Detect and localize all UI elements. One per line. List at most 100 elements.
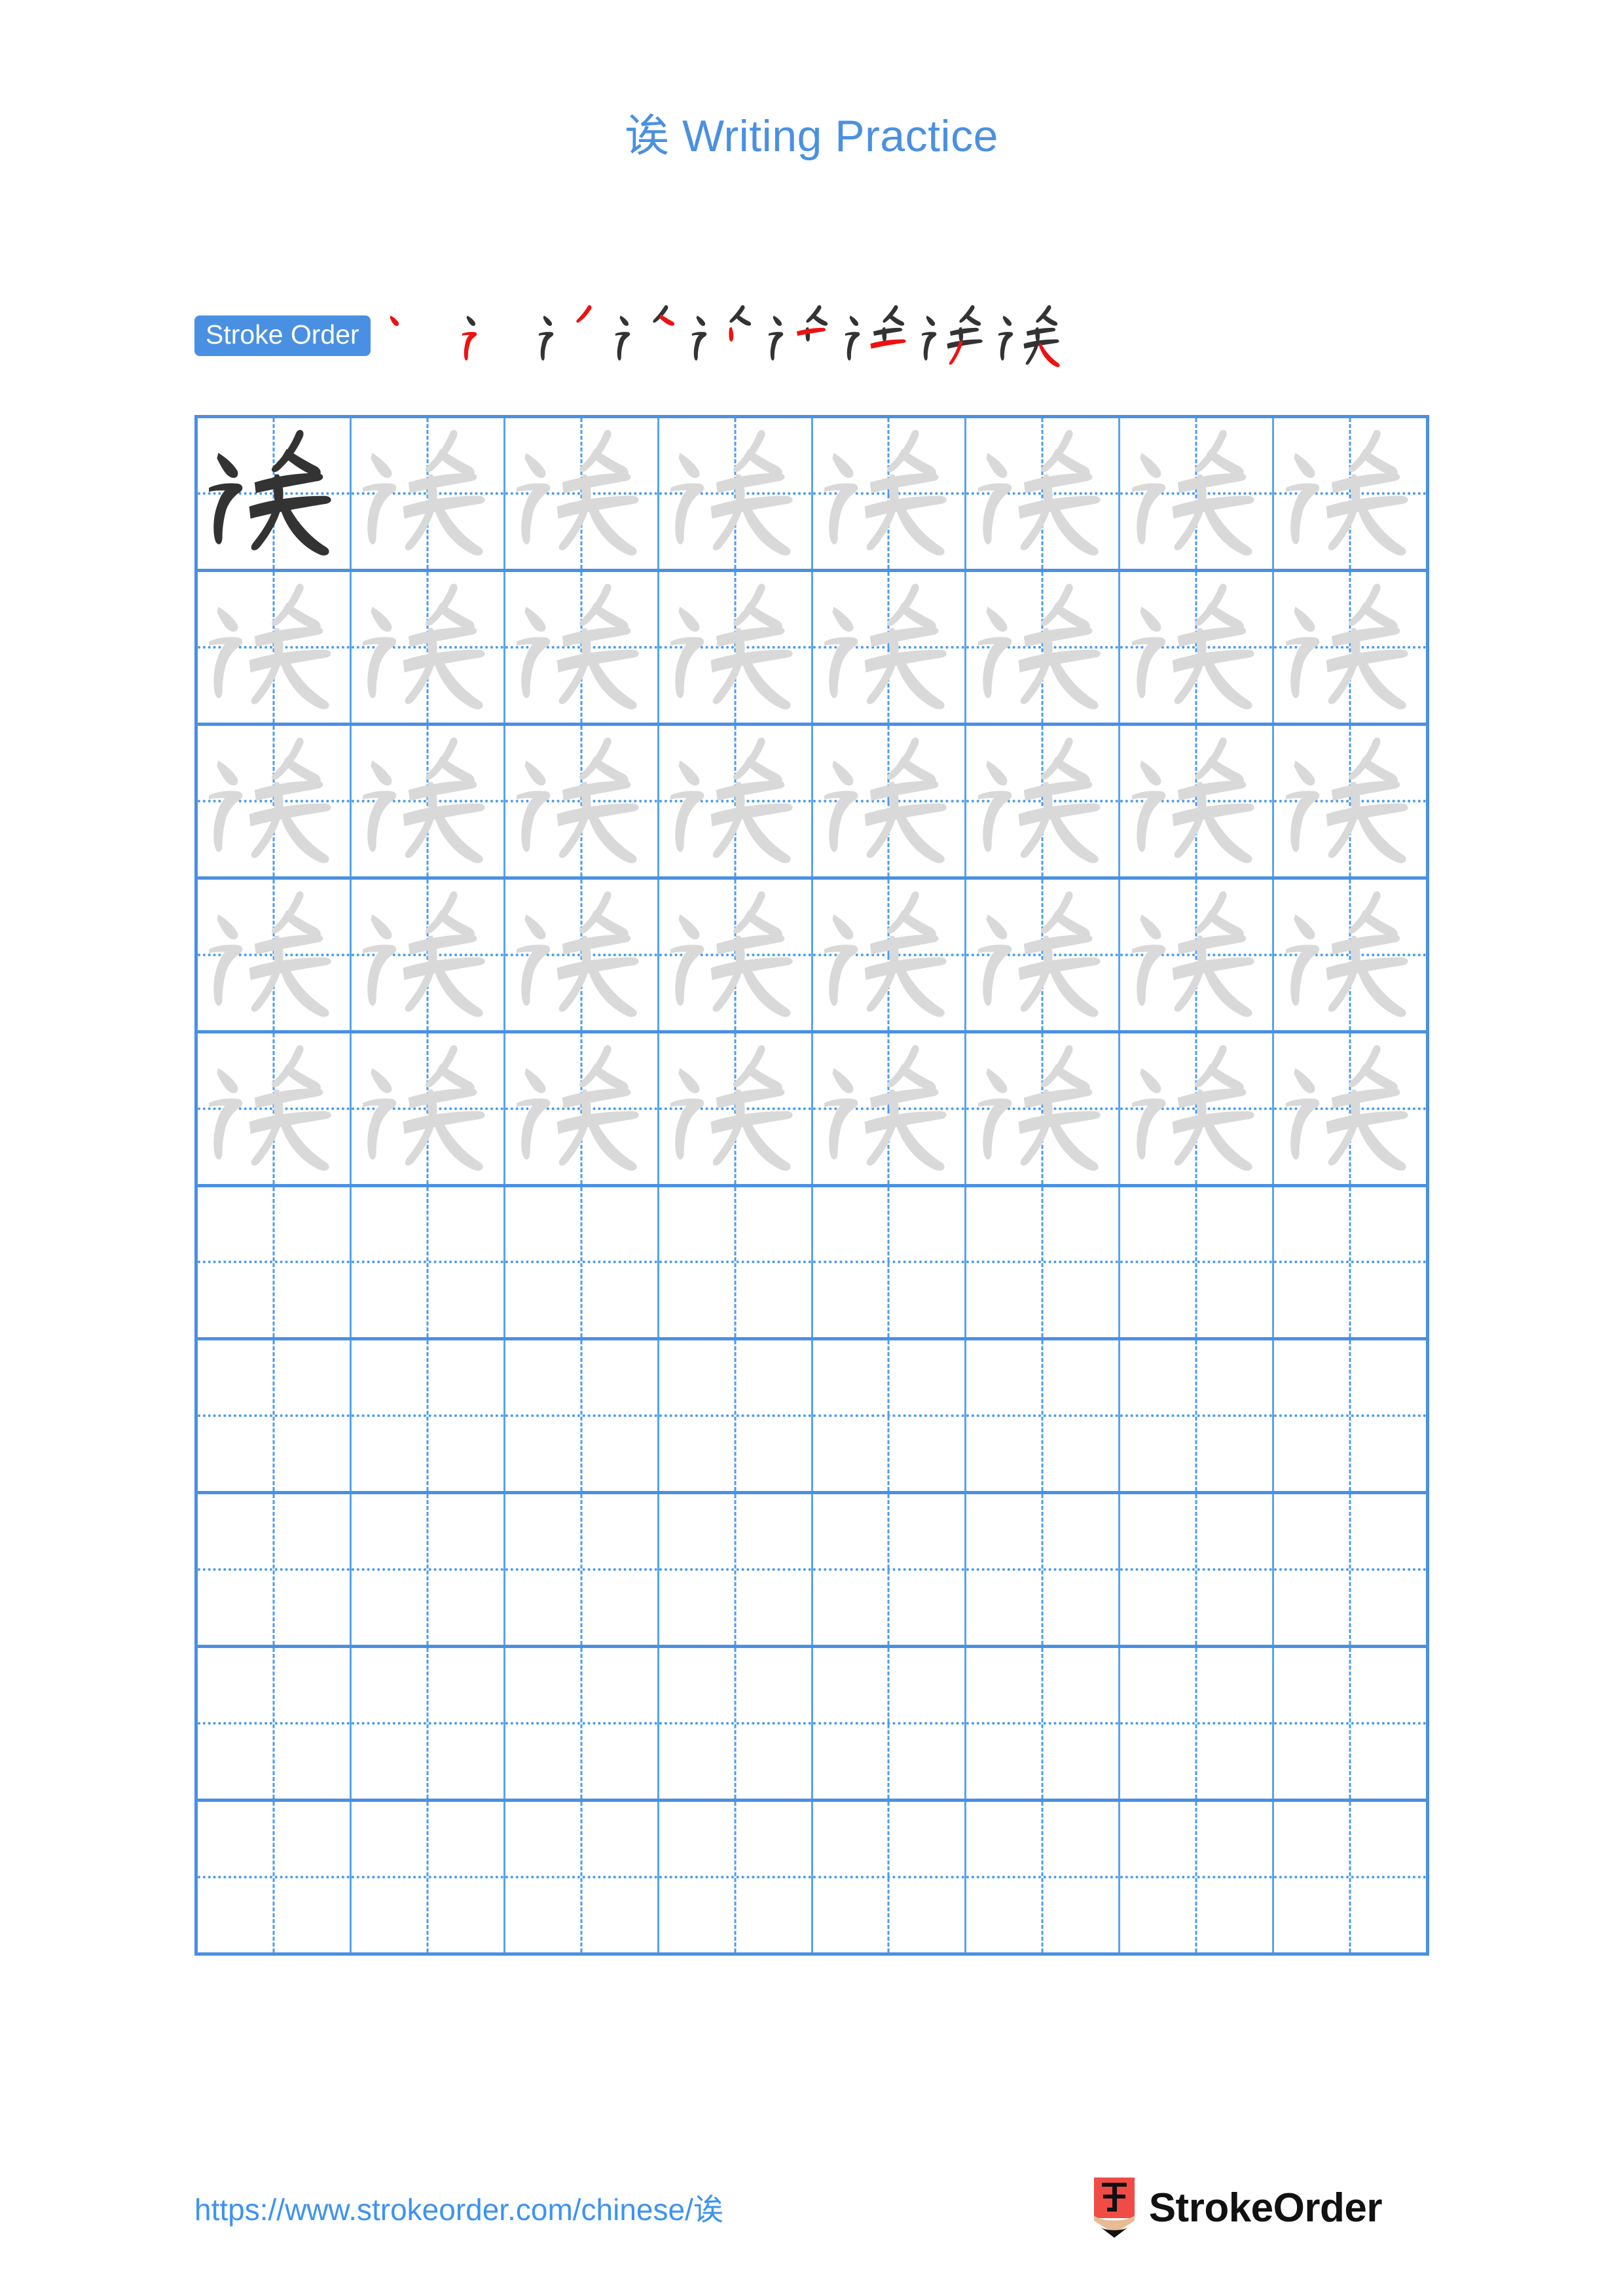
practice-grid-row [198, 1648, 1426, 1803]
practice-cell[interactable] [352, 571, 505, 723]
practice-cell[interactable] [198, 1802, 352, 1953]
practice-cell[interactable] [966, 1648, 1121, 1799]
practice-cell[interactable] [813, 1802, 967, 1953]
practice-cell[interactable] [966, 418, 1121, 569]
practice-cell[interactable] [966, 571, 1121, 723]
practice-cell[interactable] [505, 1340, 659, 1492]
practice-cell[interactable] [659, 1033, 813, 1184]
practice-cell[interactable] [1120, 1033, 1275, 1184]
practice-grid-row [198, 1340, 1426, 1495]
practice-cell[interactable] [198, 725, 352, 876]
practice-cell[interactable] [198, 1648, 352, 1799]
practice-cell[interactable] [1120, 1187, 1275, 1338]
trace-character [352, 726, 503, 876]
practice-cell[interactable] [198, 879, 352, 1030]
practice-cell[interactable] [966, 1494, 1121, 1645]
practice-cell[interactable] [1274, 880, 1426, 1030]
practice-cell[interactable] [1274, 418, 1426, 569]
trace-character [966, 418, 1118, 569]
practice-cell[interactable] [505, 1648, 659, 1799]
practice-cell[interactable] [1120, 725, 1275, 876]
practice-cell[interactable] [659, 1187, 813, 1338]
trace-character [1274, 418, 1426, 569]
practice-cell[interactable] [352, 1187, 505, 1338]
practice-cell[interactable] [198, 1033, 352, 1184]
practice-cell[interactable] [659, 1802, 813, 1953]
practice-cell[interactable] [1274, 1187, 1426, 1338]
practice-cell[interactable] [352, 1494, 505, 1645]
practice-cell[interactable] [813, 1494, 967, 1645]
practice-cell[interactable] [352, 879, 505, 1030]
trace-character [966, 880, 1118, 1030]
trace-character [659, 726, 811, 876]
practice-cell[interactable] [966, 1033, 1121, 1184]
practice-cell[interactable] [198, 1494, 352, 1645]
practice-cell[interactable] [1274, 572, 1426, 723]
practice-cell[interactable] [505, 1187, 659, 1338]
practice-cell[interactable] [1274, 1648, 1426, 1799]
practice-cell[interactable] [813, 879, 967, 1030]
practice-cell[interactable] [813, 418, 967, 569]
practice-cell[interactable] [1274, 1033, 1426, 1184]
practice-cell[interactable] [198, 571, 352, 723]
practice-cell[interactable] [352, 1033, 505, 1184]
practice-cell[interactable] [813, 1033, 967, 1184]
practice-cell[interactable] [966, 725, 1121, 876]
practice-cell[interactable] [505, 1802, 659, 1953]
practice-cell[interactable] [966, 879, 1121, 1030]
page-title-text: Writing Practice [669, 111, 998, 161]
practice-cell[interactable] [813, 1340, 967, 1492]
practice-cell[interactable] [505, 418, 659, 569]
practice-cell[interactable] [966, 1187, 1121, 1338]
practice-cell[interactable] [505, 1494, 659, 1645]
page-title: 诶 Writing Practice [0, 99, 1623, 164]
practice-cell[interactable] [1120, 571, 1275, 723]
practice-cell[interactable] [1120, 1340, 1275, 1492]
practice-cell[interactable] [1120, 1802, 1275, 1953]
practice-cell[interactable] [1120, 1648, 1275, 1799]
footer-url-link[interactable]: https://www.strokeorder.com/chinese/诶 [194, 2186, 723, 2229]
practice-cell[interactable] [659, 725, 813, 876]
practice-grid-row [198, 1033, 1426, 1187]
trace-character [966, 572, 1118, 723]
practice-cell[interactable] [352, 1340, 505, 1492]
practice-cell[interactable] [659, 879, 813, 1030]
practice-cell[interactable] [505, 1033, 659, 1184]
practice-cell[interactable] [813, 725, 967, 876]
practice-cell[interactable] [813, 1187, 967, 1338]
practice-cell[interactable] [198, 1340, 352, 1492]
trace-character [198, 572, 350, 723]
practice-cell[interactable] [352, 418, 505, 569]
practice-cell[interactable] [352, 725, 505, 876]
practice-cell[interactable] [659, 1340, 813, 1492]
page-title-character: 诶 [625, 111, 670, 162]
practice-cell[interactable] [1274, 1802, 1426, 1952]
practice-cell[interactable] [505, 725, 659, 876]
pencil-logo-icon [1090, 2178, 1139, 2238]
practice-cell[interactable] [813, 1648, 967, 1799]
practice-cell[interactable] [966, 1340, 1121, 1492]
practice-cell[interactable] [1274, 1494, 1426, 1645]
practice-cell[interactable] [198, 1187, 352, 1338]
practice-cell[interactable] [659, 418, 813, 569]
practice-cell[interactable] [198, 418, 352, 569]
practice-cell[interactable] [1274, 726, 1426, 876]
practice-cell[interactable] [659, 1648, 813, 1799]
practice-cell[interactable] [1120, 879, 1275, 1030]
practice-cell[interactable] [352, 1648, 505, 1799]
practice-cell[interactable] [1120, 1494, 1275, 1645]
practice-cell[interactable] [813, 571, 967, 723]
trace-character [1274, 1033, 1426, 1184]
practice-cell[interactable] [505, 571, 659, 723]
practice-cell[interactable] [966, 1802, 1121, 1953]
stroke-step-7 [839, 300, 916, 372]
practice-cell[interactable] [352, 1802, 505, 1953]
practice-cell[interactable] [1120, 418, 1275, 569]
practice-cell[interactable] [659, 1494, 813, 1645]
practice-cell[interactable] [1274, 1340, 1426, 1491]
trace-character [352, 418, 503, 569]
trace-character [1120, 726, 1272, 876]
practice-cell[interactable] [505, 879, 659, 1030]
practice-cell[interactable] [659, 571, 813, 723]
trace-character [1274, 880, 1426, 1030]
